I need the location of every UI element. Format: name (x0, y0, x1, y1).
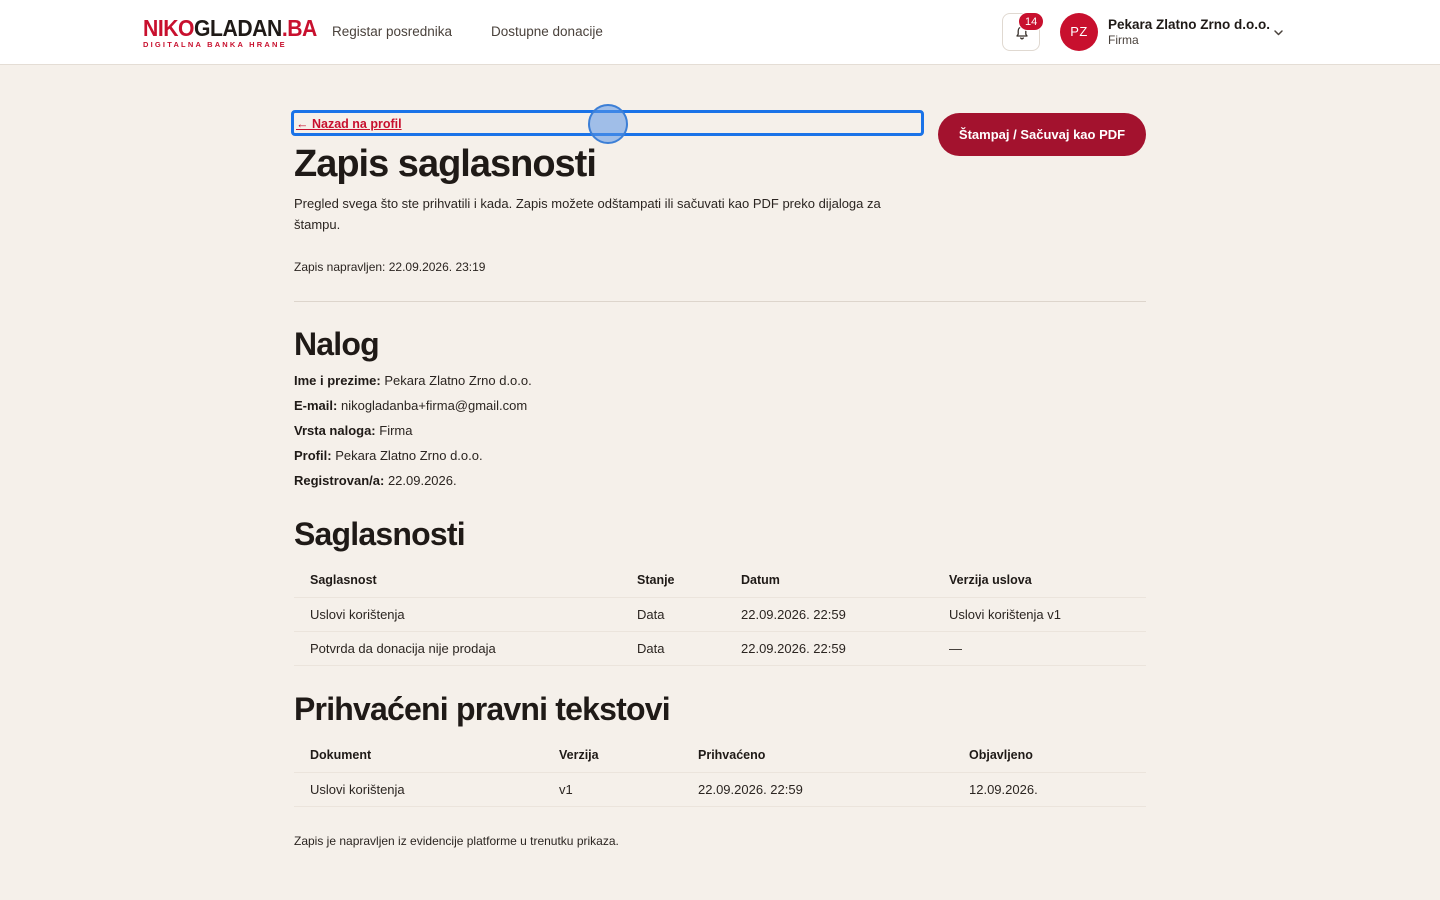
column-header: Datum (741, 573, 780, 587)
column-header: Verzija (559, 748, 599, 762)
column-header: Dokument (310, 748, 372, 762)
consents-table: Saglasnost Stanje Datum Verzija uslova U… (294, 564, 1146, 666)
section-heading-consents: Saglasnosti (294, 516, 466, 552)
field-full-name: Ime i prezime: Pekara Zlatno Zrno d.o.o. (294, 373, 532, 388)
table-cell: Potvrda da donacija nije prodaja (310, 641, 496, 656)
page-title: Zapis saglasnosti (294, 143, 597, 185)
column-header: Saglasnost (310, 573, 377, 587)
section-heading-legal-texts: Prihvaćeni pravni tekstovi (294, 691, 671, 727)
table-cell: Data (637, 641, 665, 656)
column-header: Stanje (637, 573, 675, 587)
top-bar: NIKOGLADAN.BA DIGITALNA BANKA HRANE Regi… (0, 0, 1440, 65)
back-link-label: ← Nazad na profil (296, 117, 402, 131)
table-row: Uslovi korištenja Data 22.09.2026. 22:59… (294, 598, 1146, 632)
column-header: Objavljeno (969, 748, 1033, 762)
table-header-row: Saglasnost Stanje Datum Verzija uslova (294, 564, 1146, 598)
table-cell: 22.09.2026. 22:59 (698, 782, 803, 797)
cursor-indicator (588, 104, 628, 144)
avatar[interactable]: PZ (1060, 13, 1098, 51)
field-registered: Registrovan/a: 22.09.2026. (294, 473, 457, 488)
logo-wordmark: NIKOGLADAN.BA (143, 15, 317, 41)
user-role: Firma (1108, 33, 1139, 47)
page-intro: Pregled svega što ste prihvatili i kada.… (294, 196, 881, 232)
table-cell: Uslovi korištenja v1 (949, 607, 1061, 622)
logo-tagline: DIGITALNA BANKA HRANE (143, 40, 287, 49)
table-cell: — (949, 641, 962, 656)
table-row: Potvrda da donacija nije prodaja Data 22… (294, 632, 1146, 666)
field-profile: Profil: Pekara Zlatno Zrno d.o.o. (294, 448, 483, 463)
table-cell: v1 (559, 782, 573, 797)
chevron-down-icon[interactable] (1272, 26, 1285, 39)
table-cell: Uslovi korištenja (310, 607, 405, 622)
user-name[interactable]: Pekara Zlatno Zrno d.o.o. (1108, 17, 1270, 32)
notification-count-badge: 14 (1018, 12, 1045, 31)
print-pdf-button[interactable]: Štampaj / Sačuvaj kao PDF (938, 113, 1146, 156)
logo[interactable]: NIKOGLADAN.BA DIGITALNA BANKA HRANE (143, 16, 332, 49)
legal-texts-table: Dokument Verzija Prihvaćeno Objavljeno U… (294, 739, 1146, 807)
table-cell: Uslovi korištenja (310, 782, 405, 797)
footer-note: Zapis je napravljen iz evidencije platfo… (294, 834, 619, 848)
table-cell: Data (637, 607, 665, 622)
table-cell: 22.09.2026. 22:59 (741, 607, 846, 622)
field-email: E-mail: nikogladanba+firma@gmail.com (294, 398, 528, 413)
generated-timestamp: Zapis napravljen: 22.09.2026. 23:19 (294, 260, 486, 274)
table-cell: 12.09.2026. (969, 782, 1038, 797)
nav-dostupne-donacije[interactable]: Dostupne donacije (491, 24, 603, 39)
table-row: Uslovi korištenja v1 22.09.2026. 22:59 1… (294, 773, 1146, 807)
column-header: Prihvaćeno (698, 748, 766, 762)
section-heading-account: Nalog (294, 326, 380, 362)
nav-registar-posrednika[interactable]: Registar posrednika (332, 24, 452, 39)
divider (294, 301, 1146, 302)
column-header: Verzija uslova (949, 573, 1032, 587)
table-header-row: Dokument Verzija Prihvaćeno Objavljeno (294, 739, 1146, 773)
table-cell: 22.09.2026. 22:59 (741, 641, 846, 656)
field-account-type: Vrsta naloga: Firma (294, 423, 413, 438)
